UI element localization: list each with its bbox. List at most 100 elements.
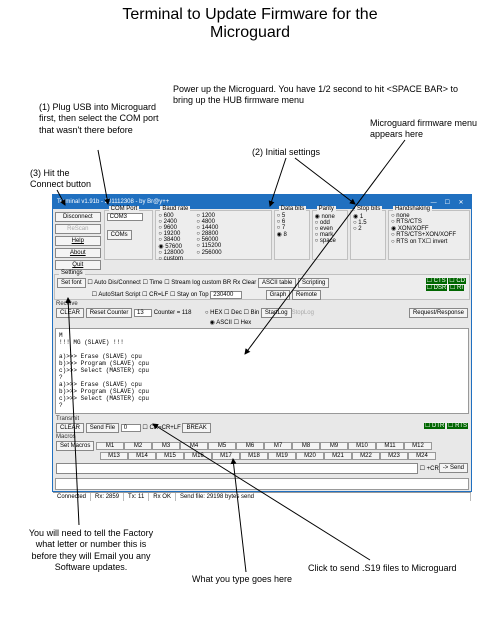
counter-label: Counter = 118 <box>154 310 192 316</box>
terminal-window: Terminal v1.91b - 201112308 - by Br@y++ … <box>52 194 472 492</box>
macro-M18[interactable]: M18 <box>240 452 268 460</box>
handshake-title: Handshaking <box>393 206 432 212</box>
reset-counter-button[interactable]: Reset Counter <box>86 308 133 318</box>
custombr-field[interactable]: 230400 <box>210 291 242 299</box>
coms-button[interactable]: COMs <box>107 230 132 240</box>
reqresp-button[interactable]: Request/Response <box>409 308 468 318</box>
comport-title: COM Port <box>109 206 140 212</box>
autoscript-check[interactable]: AutoStart Script <box>92 292 141 298</box>
annot-type-here: What you type goes here <box>192 574 312 585</box>
rescan-button[interactable]: ReScan <box>55 224 101 234</box>
quit-button[interactable]: Quit <box>55 260 101 270</box>
cd-indicator: CD <box>448 278 466 284</box>
transmit-clear-button[interactable]: CLEAR <box>56 423 84 433</box>
baud-grp-57600[interactable]: 57600 <box>158 243 196 250</box>
send-input[interactable] <box>56 463 418 474</box>
macro-M6[interactable]: M6 <box>236 442 264 450</box>
comport-select[interactable]: COM3 <box>107 213 143 221</box>
baud-grp-115200[interactable]: 115200 <box>196 243 234 250</box>
autodisconnect-check[interactable]: Auto Dis/Connect <box>87 280 140 286</box>
stopbits-grp-2[interactable]: 2 <box>353 226 383 232</box>
streamlog-check[interactable]: Stream log <box>164 280 200 286</box>
macro-M16[interactable]: M16 <box>184 452 212 460</box>
handshake-RTS on TX[interactable]: RTS on TX <box>391 239 426 245</box>
parity-grp-space[interactable]: space <box>315 238 345 244</box>
macro-M3[interactable]: M3 <box>152 442 180 450</box>
cr-check[interactable]: +CR <box>420 465 439 472</box>
send-button[interactable]: -> Send <box>439 463 468 473</box>
macro-M12[interactable]: M12 <box>404 442 432 450</box>
handshake-XON/XOFF[interactable]: XON/XOFF <box>391 225 467 232</box>
remote-button[interactable]: Remote <box>292 290 321 300</box>
status-bar: Connected Rx: 2859 Tx: 11 Rx OK Send fil… <box>53 492 471 501</box>
stayontop-check[interactable]: Stay on Top <box>170 292 209 298</box>
window-min-icon[interactable]: — <box>428 200 440 206</box>
transmit-log-area <box>55 478 469 490</box>
status-rx: Rx: 2859 <box>91 493 124 501</box>
setmacros-button[interactable]: Set Macros <box>56 441 94 451</box>
graph-button[interactable]: Graph <box>266 290 291 300</box>
macro-M19[interactable]: M19 <box>268 452 296 460</box>
time-check[interactable]: Time <box>142 280 162 286</box>
disconnect-button[interactable]: Disconnect <box>55 212 101 222</box>
status-sendfile: Send file: 29198 bytes send <box>176 493 471 501</box>
rx-hex-radio[interactable]: HEX <box>205 310 223 316</box>
macro-M21[interactable]: M21 <box>324 452 352 460</box>
macro-M15[interactable]: M15 <box>156 452 184 460</box>
startlog-button[interactable]: StartLog <box>261 308 292 318</box>
crlf-check[interactable]: CR=LF <box>142 292 168 298</box>
macro-M22[interactable]: M22 <box>352 452 380 460</box>
baud-grp-256000[interactable]: 256000 <box>196 250 234 256</box>
scripting-button[interactable]: Scripting <box>298 278 329 288</box>
macro-M7[interactable]: M7 <box>264 442 292 450</box>
baud-title: Baud rate <box>160 206 190 212</box>
rx-hex-check[interactable]: Hex <box>234 320 252 326</box>
parity-grp-none[interactable]: none <box>315 213 345 220</box>
macro-M4[interactable]: M4 <box>180 442 208 450</box>
annot-step2: (2) Initial settings <box>252 147 320 158</box>
parity-title: Parity <box>317 206 336 212</box>
annot-step3: (3) Hit the Connect button <box>30 168 100 191</box>
macro-M17[interactable]: M17 <box>212 452 240 460</box>
sendfile-button[interactable]: Send File <box>86 423 119 433</box>
asciitable-button[interactable]: ASCII table <box>258 278 296 288</box>
custombr-label: custom BR <box>202 280 231 286</box>
about-button[interactable]: About <box>55 248 101 258</box>
title-line1: Terminal to Update Firmware for the <box>122 6 377 23</box>
macro-M5[interactable]: M5 <box>208 442 236 450</box>
macro-M1[interactable]: M1 <box>96 442 124 450</box>
dtr-indicator[interactable]: DTR <box>424 423 445 429</box>
rts-indicator[interactable]: RTS <box>447 423 468 429</box>
window-max-icon[interactable]: ☐ <box>441 199 453 206</box>
macro-M2[interactable]: M2 <box>124 442 152 450</box>
macro-M9[interactable]: M9 <box>320 442 348 450</box>
status-rxok: Rx OK <box>149 493 176 501</box>
rx-bin-check[interactable]: Bin <box>244 310 260 316</box>
title-line2: Microguard <box>210 24 290 41</box>
macro-M10[interactable]: M10 <box>348 442 376 450</box>
macro-M14[interactable]: M14 <box>128 452 156 460</box>
break-button[interactable]: BREAK <box>182 423 210 433</box>
annot-powerup: Power up the Microguard. You have 1/2 se… <box>173 84 478 107</box>
transmit-num-field[interactable]: 0 <box>121 424 141 432</box>
databits-grp-8[interactable]: 8 <box>277 231 307 238</box>
crcrlf-check[interactable]: CR=CR+LF <box>142 425 180 431</box>
macro-M20[interactable]: M20 <box>296 452 324 460</box>
window-close-icon[interactable]: ✕ <box>455 199 467 206</box>
macro-M8[interactable]: M8 <box>292 442 320 450</box>
help-button[interactable]: Help <box>55 236 101 246</box>
macro-M11[interactable]: M11 <box>376 442 404 450</box>
macro-M23[interactable]: M23 <box>380 452 408 460</box>
receive-clear-button[interactable]: CLEAR <box>56 308 84 318</box>
baud-grp-custom[interactable]: custom <box>158 256 196 262</box>
counter-field[interactable]: 13 <box>134 309 152 317</box>
macro-M24[interactable]: M24 <box>408 452 436 460</box>
setfont-button[interactable]: Set font <box>57 278 86 288</box>
annot-menu-here: Microguard firmware menu appears here <box>370 118 480 141</box>
stopbits-grp-1[interactable]: 1 <box>353 213 383 220</box>
macro-M13[interactable]: M13 <box>100 452 128 460</box>
rx-ascii-radio[interactable]: ASCII <box>210 320 232 326</box>
rx-dec-check[interactable]: Dec <box>224 310 242 316</box>
databits-title: Data bits <box>279 206 307 212</box>
handshake-invert[interactable]: invert <box>426 239 448 245</box>
